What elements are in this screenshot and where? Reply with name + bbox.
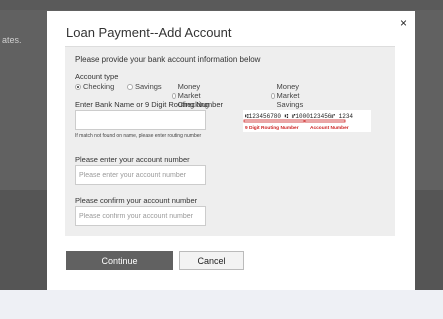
cancel-button[interactable]: Cancel: [179, 251, 244, 270]
radio-savings-label: Savings: [135, 82, 162, 91]
bank-name-label: Enter Bank Name or 9 Digit Routing Numbe…: [75, 100, 223, 109]
add-account-dialog: × Loan Payment--Add Account Please provi…: [47, 11, 415, 290]
radio-checked-icon[interactable]: [75, 83, 81, 90]
radio-savings[interactable]: Savings: [127, 82, 162, 91]
close-icon[interactable]: ×: [400, 16, 407, 30]
account-number-input[interactable]: [75, 165, 206, 185]
radio-checking[interactable]: Checking: [75, 82, 114, 91]
check-micr-text: ⑆123456780 ⑆ ⑈1000123456⑈ 1234: [245, 113, 353, 120]
dialog-title: Loan Payment--Add Account: [66, 25, 232, 40]
confirm-account-number-label: Please confirm your account number: [75, 196, 198, 205]
radio-money-market-savings[interactable]: Money Market Savings: [271, 82, 306, 109]
radio-money-market-savings-label: Money Market Savings: [276, 82, 304, 109]
radio-checking-label: Checking: [83, 82, 115, 91]
form-intro: Please provide your bank account informa…: [75, 55, 261, 64]
radio-unchecked-icon[interactable]: [271, 92, 275, 99]
check-micr-illustration: ⑆123456780 ⑆ ⑈1000123456⑈ 1234 9 Digit R…: [243, 110, 371, 132]
background-text: ates.: [2, 35, 22, 45]
radio-unchecked-icon[interactable]: [127, 83, 133, 90]
bank-name-hint: If match not found on name, please enter…: [75, 133, 202, 139]
account-number-label: Please enter your account number: [75, 155, 190, 164]
account-caption: Account Number: [310, 125, 349, 131]
confirm-account-number-input[interactable]: [75, 206, 206, 226]
form-panel: Please provide your bank account informa…: [65, 46, 395, 236]
continue-button[interactable]: Continue: [66, 251, 173, 270]
account-type-label: Account type: [75, 72, 119, 81]
routing-caption: 9 Digit Routing Number: [245, 125, 299, 131]
bank-name-input[interactable]: [75, 110, 206, 130]
radio-unchecked-icon[interactable]: [172, 92, 176, 99]
background-footer: [0, 290, 443, 319]
